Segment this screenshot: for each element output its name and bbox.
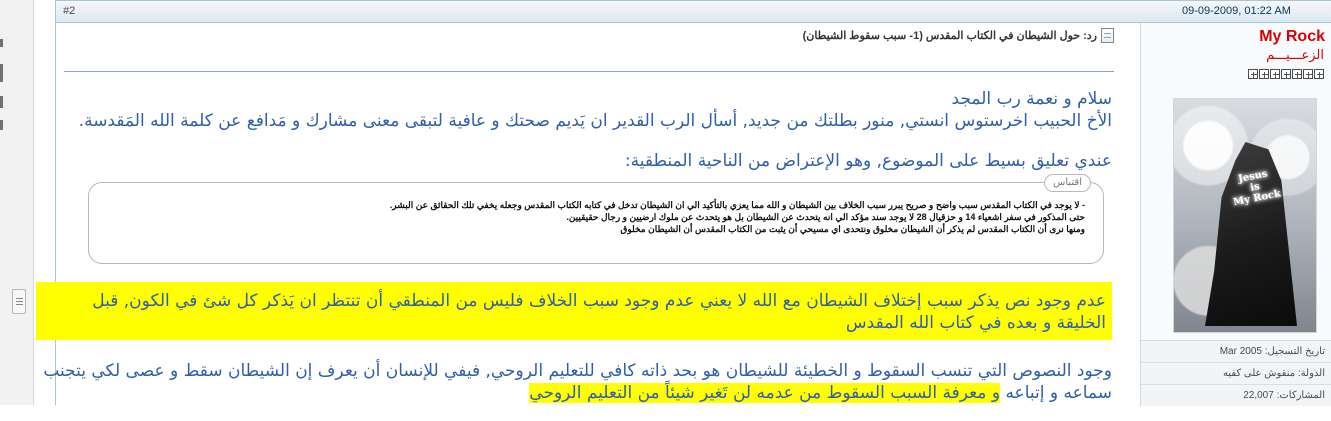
post-number-link[interactable]: #2 bbox=[63, 5, 75, 17]
rank-star-icon bbox=[1292, 69, 1302, 79]
country-row: الدولة: منقوش على كفيه bbox=[1141, 362, 1331, 384]
left-edge-marker bbox=[0, 64, 3, 82]
greeting-line: سلام و نعمة رب المجد bbox=[951, 89, 1112, 109]
post-title-row: رد: حول الشيطان في الكتاب المقدس (1- سبب… bbox=[803, 26, 1114, 44]
rank-star-icon bbox=[1281, 69, 1291, 79]
registration-row: تاريخ التسجيل: Mar 2005 bbox=[1141, 340, 1331, 362]
posts-label: المشاركات: bbox=[1276, 390, 1325, 401]
post-date: 09-09-2009, 01:22 AM bbox=[1182, 5, 1291, 17]
left-edge-marker bbox=[0, 96, 3, 108]
post-title: رد: حول الشيطان في الكتاب المقدس (1- سبب… bbox=[802, 29, 1097, 42]
rank-star-icon bbox=[1314, 69, 1324, 79]
quote-line: - لا يوجد في الكتاب المقدس سبب واضح و صر… bbox=[389, 200, 1085, 210]
post-content: سلام و نعمة رب المجد الأخ الحبيب اخرستوس… bbox=[36, 88, 1112, 421]
post-title-separator bbox=[64, 71, 1114, 72]
scroll-grip-icon bbox=[16, 301, 23, 302]
rank-star-icon bbox=[1303, 69, 1313, 79]
document-icon bbox=[1101, 27, 1114, 43]
registration-label: تاريخ التسجيل: bbox=[1264, 346, 1325, 357]
comment-intro: عندي تعليق بسيط على الموضوع, وهو الإعترا… bbox=[624, 151, 1112, 171]
rank-icons bbox=[1248, 69, 1324, 79]
scroll-grip-icon bbox=[16, 304, 23, 305]
intro-paragraph: الأخ الحبيب اخرستوس انستي, منور بطلتك من… bbox=[78, 111, 1112, 131]
user-avatar: Jesus is My Rock bbox=[1173, 98, 1317, 333]
quote-text: - لا يوجد في الكتاب المقدس سبب واضح و صر… bbox=[103, 199, 1085, 235]
scroll-grip-icon bbox=[16, 298, 23, 299]
post-header: #2 09-09-2009, 01:22 AM bbox=[56, 1, 1331, 23]
left-edge-marker bbox=[0, 39, 3, 47]
final-paragraph: وجود النصوص التي تنسب السقوط و الخطيئة ل… bbox=[36, 360, 1112, 404]
post-number: #2 bbox=[63, 5, 76, 17]
quote-box: اقتباس - لا يوجد في الكتاب المقدس سبب وا… bbox=[88, 174, 1104, 264]
registration-value: Mar 2005 bbox=[1219, 346, 1262, 357]
rank-star-icon bbox=[1248, 69, 1258, 79]
posts-value: 22,007 bbox=[1243, 390, 1274, 401]
quote-line: حتى المذكور في سفر اشعياء 14 و حزقيال 28… bbox=[566, 212, 1085, 222]
quote-label: اقتباس bbox=[1044, 174, 1091, 192]
final-highlight: و معرفة السبب السقوط من عدمه لن تَغير شي… bbox=[529, 383, 1001, 403]
country-value: منقوش على كفيه bbox=[1222, 368, 1296, 379]
scroll-thumb[interactable] bbox=[12, 289, 26, 314]
user-rank: الزعـــيـــم bbox=[1266, 48, 1324, 63]
posts-row: المشاركات: 22,007 bbox=[1141, 384, 1331, 406]
left-scroll-area bbox=[0, 0, 34, 405]
quote-line: ومنها نرى أن الكتاب المقدس لم يذكر أن ال… bbox=[620, 224, 1085, 234]
forum-post: #2 09-09-2009, 01:22 AM رد: حول الشيطان … bbox=[36, 0, 1331, 406]
left-edge-marker bbox=[0, 120, 3, 130]
country-label: الدولة: bbox=[1297, 368, 1325, 379]
post-body: رد: حول الشيطان في الكتاب المقدس (1- سبب… bbox=[36, 23, 1122, 406]
username-link[interactable]: My Rock bbox=[1259, 28, 1325, 46]
user-sidebar: My Rock الزعـــيـــم Jesus is My Rock تا… bbox=[1140, 23, 1331, 406]
rank-star-icon bbox=[1270, 69, 1280, 79]
greeting-text: سلام و نعمة رب المجد الأخ الحبيب اخرستوس… bbox=[62, 88, 1112, 132]
highlighted-argument: عدم وجود نص يذكر سبب إختلاف الشيطان مع ا… bbox=[36, 282, 1112, 340]
rank-star-icon bbox=[1259, 69, 1269, 79]
